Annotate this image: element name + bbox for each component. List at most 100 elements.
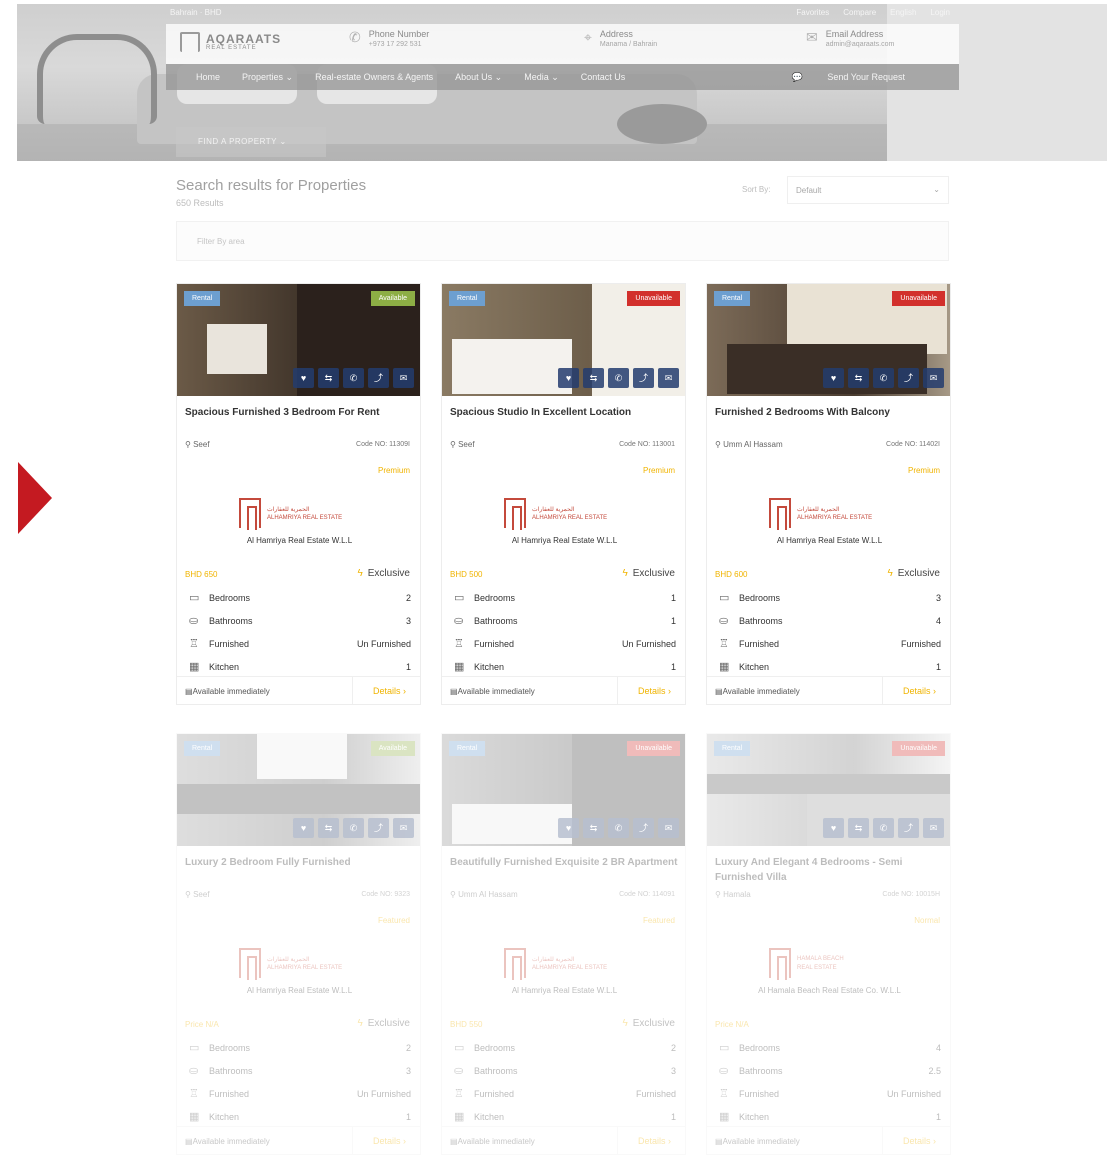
- heart-icon[interactable]: ♥: [823, 818, 844, 838]
- compare-icon[interactable]: ⇆: [318, 368, 339, 388]
- property-card[interactable]: Rental Available ♥ ⇆ ✆ ⤴ ✉ Spacious Furn…: [176, 283, 421, 705]
- details-link[interactable]: Details ›: [903, 686, 936, 696]
- agency-name: Al Hamriya Real Estate W.L.L: [246, 536, 353, 545]
- share-icon[interactable]: ⤴: [368, 368, 389, 388]
- details-link[interactable]: Details ›: [373, 1136, 406, 1146]
- feature-row-bedrooms: ▭ Bedrooms 1: [450, 591, 678, 609]
- heart-icon[interactable]: ♥: [558, 818, 579, 838]
- logo-mark-icon: [180, 32, 200, 52]
- nav-home[interactable]: Home: [196, 72, 220, 82]
- agency-block[interactable]: الحمرية للعقارات ALHAMRIYA REAL ESTATE A…: [442, 946, 685, 996]
- sort-select[interactable]: Default ⌄: [787, 176, 949, 204]
- property-title[interactable]: Spacious Studio In Excellent Location: [450, 405, 680, 420]
- mail-icon[interactable]: ✉: [923, 368, 944, 388]
- details-link[interactable]: Details ›: [638, 686, 671, 696]
- property-title[interactable]: Furnished 2 Bedrooms With Balcony: [715, 405, 945, 420]
- share-icon[interactable]: ⤴: [368, 818, 389, 838]
- kitchen-icon: ▦: [189, 1111, 200, 1123]
- nav-media[interactable]: Media ⌄: [524, 72, 559, 83]
- property-card[interactable]: Rental Available ♥ ⇆ ✆ ⤴ ✉ Luxury 2 Bedr…: [176, 733, 421, 1155]
- login-link[interactable]: Login: [930, 8, 950, 17]
- filter-area-input[interactable]: Filter By area: [176, 221, 949, 261]
- phone-icon[interactable]: ✆: [608, 818, 629, 838]
- phone-icon[interactable]: ✆: [873, 368, 894, 388]
- property-card[interactable]: Rental Unavailable ♥ ⇆ ✆ ⤴ ✉ Beautifully…: [441, 733, 686, 1155]
- language-link[interactable]: English: [890, 8, 916, 17]
- share-icon[interactable]: ⤴: [898, 818, 919, 838]
- feature-value: 1: [670, 616, 676, 626]
- share-icon[interactable]: ⤴: [633, 368, 654, 388]
- bed-icon: ▭: [189, 592, 200, 604]
- share-icon[interactable]: ⤴: [898, 368, 919, 388]
- send-request-button[interactable]: 💬 Send Your Request: [792, 72, 927, 83]
- feature-row-bathrooms: ⛀ Bathrooms 2.5: [715, 1064, 943, 1082]
- agency-block[interactable]: الحمرية للعقارات ALHAMRIYA REAL ESTATE A…: [707, 496, 950, 546]
- bath-icon: ⛀: [719, 1065, 729, 1077]
- favorites-link[interactable]: Favorites: [796, 8, 829, 17]
- phone-icon[interactable]: ✆: [873, 818, 894, 838]
- divider: [352, 1127, 353, 1154]
- property-title[interactable]: Beautifully Furnished Exquisite 2 BR Apa…: [450, 855, 680, 870]
- compare-icon[interactable]: ⇆: [583, 818, 604, 838]
- language-currency[interactable]: Bahrain · BHD: [170, 8, 222, 17]
- phone-icon[interactable]: ✆: [343, 818, 364, 838]
- nav-about[interactable]: About Us ⌄: [455, 72, 502, 83]
- heart-icon[interactable]: ♥: [823, 368, 844, 388]
- nav-owners-agents[interactable]: Real-estate Owners & Agents: [315, 72, 433, 82]
- heart-icon[interactable]: ♥: [293, 368, 314, 388]
- calendar-icon: ▤: [185, 687, 193, 696]
- agency-logo-text: الحمرية للعقارات: [267, 957, 310, 963]
- property-title[interactable]: Luxury And Elegant 4 Bedrooms - Semi Fur…: [715, 855, 945, 885]
- nav-contact[interactable]: Contact Us: [581, 72, 626, 82]
- mail-icon[interactable]: ✉: [658, 818, 679, 838]
- property-card[interactable]: Rental Unavailable ♥ ⇆ ✆ ⤴ ✉ Furnished 2…: [706, 283, 951, 705]
- agency-block[interactable]: الحمرية للعقارات ALHAMRIYA REAL ESTATE A…: [177, 496, 420, 546]
- mail-icon[interactable]: ✉: [393, 368, 414, 388]
- details-link[interactable]: Details ›: [903, 1136, 936, 1146]
- mail-icon[interactable]: ✉: [923, 818, 944, 838]
- property-image[interactable]: Rental Available ♥ ⇆ ✆ ⤴ ✉: [177, 734, 420, 846]
- type-badge: Rental: [714, 741, 751, 756]
- location-pin-icon: ⚲: [185, 890, 194, 899]
- contact-email: ✉ Email Address admin@aqaraats.com: [806, 29, 894, 48]
- property-image[interactable]: Rental Unavailable ♥ ⇆ ✆ ⤴ ✉: [707, 734, 950, 846]
- property-card[interactable]: Rental Unavailable ♥ ⇆ ✆ ⤴ ✉ Luxury And …: [706, 733, 951, 1155]
- property-image[interactable]: Rental Available ♥ ⇆ ✆ ⤴ ✉: [177, 284, 420, 396]
- agency-name: Al Hamriya Real Estate W.L.L: [776, 536, 883, 545]
- kitchen-icon: ▦: [454, 1111, 465, 1123]
- site-logo[interactable]: AQARAATS REAL ESTATE: [180, 32, 281, 52]
- card-footer: ▤Available immediately Details ›: [442, 676, 685, 704]
- heart-icon[interactable]: ♥: [293, 818, 314, 838]
- kitchen-icon: ▦: [189, 661, 200, 673]
- details-link[interactable]: Details ›: [638, 1136, 671, 1146]
- compare-link[interactable]: Compare: [843, 8, 876, 17]
- details-link[interactable]: Details ›: [373, 686, 406, 696]
- property-card[interactable]: Rental Unavailable ♥ ⇆ ✆ ⤴ ✉ Spacious St…: [441, 283, 686, 705]
- find-property-tab[interactable]: FIND A PROPERTY ⌄: [176, 127, 326, 157]
- compare-icon[interactable]: ⇆: [848, 368, 869, 388]
- agency-logo-text: ALHAMRIYA REAL ESTATE: [532, 515, 608, 521]
- nav-properties[interactable]: Properties ⌄: [242, 72, 293, 83]
- property-image[interactable]: Rental Unavailable ♥ ⇆ ✆ ⤴ ✉: [442, 734, 685, 846]
- phone-icon[interactable]: ✆: [343, 368, 364, 388]
- tier-badge: Featured: [642, 916, 675, 925]
- agency-block[interactable]: الحمرية للعقارات ALHAMRIYA REAL ESTATE A…: [442, 496, 685, 546]
- agency-block[interactable]: HAMALA BEACH REAL ESTATE Al Hamala Beach…: [707, 946, 950, 996]
- compare-icon[interactable]: ⇆: [848, 818, 869, 838]
- phone-icon[interactable]: ✆: [608, 368, 629, 388]
- compare-icon[interactable]: ⇆: [318, 818, 339, 838]
- contact-value[interactable]: +973 17 292 531: [369, 41, 430, 48]
- property-title[interactable]: Spacious Furnished 3 Bedroom For Rent: [185, 405, 415, 420]
- contact-value[interactable]: admin@aqaraats.com: [826, 41, 895, 48]
- heart-icon[interactable]: ♥: [558, 368, 579, 388]
- mail-icon[interactable]: ✉: [393, 818, 414, 838]
- agency-logo-text: ALHAMRIYA REAL ESTATE: [532, 965, 608, 971]
- feature-label: Kitchen: [474, 662, 505, 672]
- share-icon[interactable]: ⤴: [633, 818, 654, 838]
- mail-icon[interactable]: ✉: [658, 368, 679, 388]
- agency-block[interactable]: الحمرية للعقارات ALHAMRIYA REAL ESTATE A…: [177, 946, 420, 996]
- property-image[interactable]: Rental Unavailable ♥ ⇆ ✆ ⤴ ✉: [442, 284, 685, 396]
- property-title[interactable]: Luxury 2 Bedroom Fully Furnished: [185, 855, 415, 870]
- compare-icon[interactable]: ⇆: [583, 368, 604, 388]
- property-image[interactable]: Rental Unavailable ♥ ⇆ ✆ ⤴ ✉: [707, 284, 950, 396]
